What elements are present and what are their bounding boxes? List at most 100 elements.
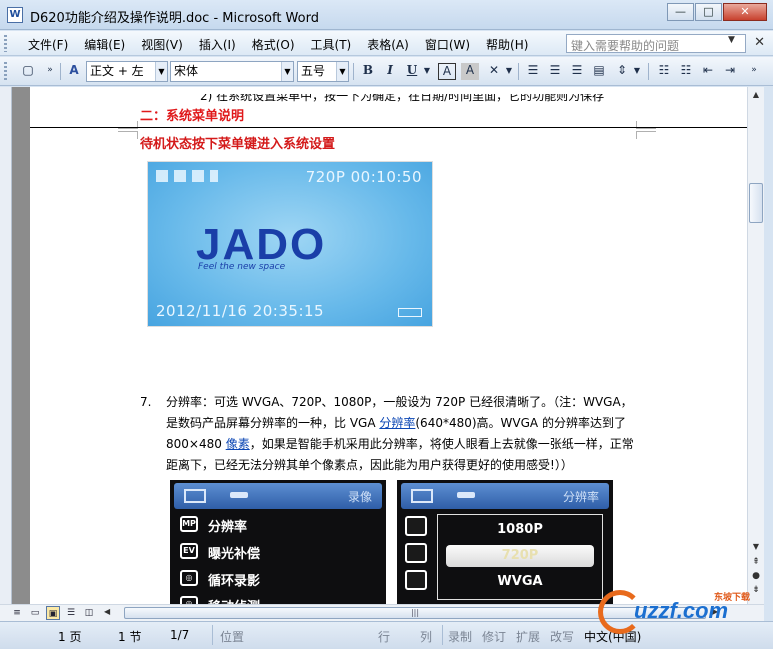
menu-view[interactable]: 视图(V) [133,36,191,53]
word-app-icon[interactable]: W [7,7,23,23]
toolbar-separator [353,63,354,80]
list-number: 7. [140,395,152,409]
screen-status-bar: 720P 00:10:50 [156,168,424,186]
prev-page-icon[interactable]: ⇞ [748,557,764,567]
scroll-up-icon[interactable]: ▲ [748,87,764,103]
status-record[interactable]: 录制 [448,628,472,645]
maximize-button[interactable]: □ [695,3,722,21]
subheading: 待机状态按下菜单键进入系统设置 [140,137,336,152]
resolution-menu-screen-image[interactable]: 分辨率 1080P 720P WVGA [397,480,613,604]
chevron-down-icon[interactable]: ▼ [336,62,348,81]
menu-row-exposure: EV 曝光补偿 [180,541,370,563]
underline-dropdown-icon[interactable]: ▼ [422,61,432,82]
option-1080p: 1080P [497,522,543,537]
video-mode-icon [411,489,433,503]
menu-bar: 文件(F) 编辑(E) 视图(V) 插入(I) 格式(O) 工具(T) 表格(A… [0,31,773,56]
motion-detect-icon: ◎ [180,596,198,604]
battery-icon [398,308,422,317]
justify-left-icon[interactable]: ☰ [523,61,543,82]
menu-window[interactable]: 窗口(W) [417,36,478,53]
standby-screen-image[interactable]: 720P 00:10:50 JADO Feel the new space 20… [147,161,433,327]
video-mode-icon [184,489,206,503]
menu-table[interactable]: 表格(A) [359,36,417,53]
numbering-icon[interactable]: ☷ [654,61,674,82]
toolbar-options-icon[interactable]: » [40,61,60,82]
reading-layout-icon[interactable]: ◫ [82,606,96,620]
menu-file[interactable]: 文件(F) [20,36,76,53]
bullets-icon[interactable]: ☷ [676,61,696,82]
option-wvga: WVGA [497,574,543,589]
doc-close-icon[interactable]: ✕ [754,35,765,50]
menu-grip-icon[interactable] [4,35,7,52]
style-combo[interactable]: 正文 + 左 ▼ [86,61,168,82]
help-search-input[interactable]: 键入需要帮助的问题 [566,34,746,53]
list-item-text: 分辨率：可选 WVGA、720P、1080P，一般设为 720P 已经很清晰了。… [166,395,634,472]
font-size-combo[interactable]: 五号 ▼ [297,61,349,82]
document-page[interactable]: 2) 在系统设置菜单中，按一下为确定，在日期/时间里面，它的功能则为保存 二：系… [30,87,747,604]
line-spacing-icon[interactable]: ⇕ [612,61,632,82]
pixel-link[interactable]: 像素 [226,437,250,451]
line-spacing-dropdown-icon[interactable]: ▼ [632,61,642,82]
font-combo[interactable]: 宋体 ▼ [170,61,294,82]
status-page-of: 1/7 [170,628,190,642]
menu-row-resolution: MP 分辨率 [180,514,370,536]
exposure-icon: EV [180,543,198,559]
menu-insert[interactable]: 插入(I) [191,36,244,53]
normal-view-icon[interactable]: ≡ [10,606,24,620]
vertical-scrollbar[interactable]: ▲ ▼ ⇞ ● ⇟ [747,87,764,604]
close-button[interactable]: ✕ [723,3,767,21]
distributed-align-icon[interactable]: ▤ [589,61,609,82]
menu-format[interactable]: 格式(O) [244,36,303,53]
web-layout-icon[interactable]: ▭ [28,606,42,620]
underline-button[interactable]: U [402,61,422,82]
align-center-icon[interactable]: ☰ [545,61,565,82]
print-layout-icon[interactable]: ▣ [46,606,60,620]
menu-help[interactable]: 帮助(H) [478,36,536,53]
window-title: D620功能介绍及操作说明.doc - Microsoft Word [30,11,319,26]
align-right-icon[interactable]: ☰ [567,61,587,82]
char-shading-button[interactable]: A [461,63,479,80]
toolbar-grip-icon[interactable] [4,62,7,81]
video-menu-screen-image[interactable]: 录像 MP 分辨率 EV 曝光补偿 ◎ 循环录影 ◎ 移动侦测 [170,480,386,604]
screen-menu-header: 录像 [174,483,382,509]
phonetic-guide-icon[interactable]: ✕ [484,61,504,82]
settings-wrench-icon [230,492,248,498]
screen-datetime: 2012/11/16 20:35:15 [156,302,325,320]
decrease-indent-icon[interactable]: ⇤ [698,61,718,82]
bold-button[interactable]: B [358,61,378,82]
increase-indent-icon[interactable]: ⇥ [720,61,740,82]
styles-pane-icon[interactable]: A [64,61,84,82]
toolbar-overflow-icon[interactable]: » [744,61,764,82]
help-dropdown-icon[interactable]: ▼ [728,35,735,45]
screen-header-title: 分辨率 [562,490,599,504]
phonetic-dropdown-icon[interactable]: ▼ [504,61,514,82]
new-document-icon[interactable]: ▢ [18,61,38,82]
menu-edit[interactable]: 编辑(E) [76,36,133,53]
scroll-left-icon[interactable]: ◀ [104,607,110,616]
status-overtype[interactable]: 改写 [550,628,574,645]
status-separator [212,625,213,645]
menu-tools[interactable]: 工具(T) [303,36,360,53]
vertical-scroll-thumb[interactable] [749,183,763,223]
outline-view-icon[interactable]: ☰ [64,606,78,620]
scroll-down-icon[interactable]: ▼ [748,539,764,555]
title-bar: W D620功能介绍及操作说明.doc - Microsoft Word — □… [0,0,773,30]
menu-items: 文件(F) 编辑(E) 视图(V) 插入(I) 格式(O) 工具(T) 表格(A… [20,36,536,53]
toolbar-separator [648,63,649,80]
status-extend[interactable]: 扩展 [516,628,540,645]
camera-status-icons [156,170,218,182]
document-area: 2) 在系统设置菜单中，按一下为确定，在日期/时间里面，它的功能则为保存 二：系… [0,87,747,604]
logo-tagline: Feel the new space [198,262,286,272]
resolution-time-readout: 720P 00:10:50 [305,168,422,186]
minimize-button[interactable]: — [667,3,694,21]
resolution-icon [405,516,427,536]
char-border-button[interactable]: A [438,63,456,80]
resolution-link[interactable]: 分辨率 [379,416,415,430]
browse-object-icon[interactable]: ● [748,571,764,581]
status-track-changes[interactable]: 修订 [482,628,506,645]
chevron-down-icon[interactable]: ▼ [281,62,293,81]
margin-corner-mark [636,131,656,139]
status-line: 行 [378,630,391,644]
chevron-down-icon[interactable]: ▼ [155,62,167,81]
italic-button[interactable]: I [380,61,400,82]
